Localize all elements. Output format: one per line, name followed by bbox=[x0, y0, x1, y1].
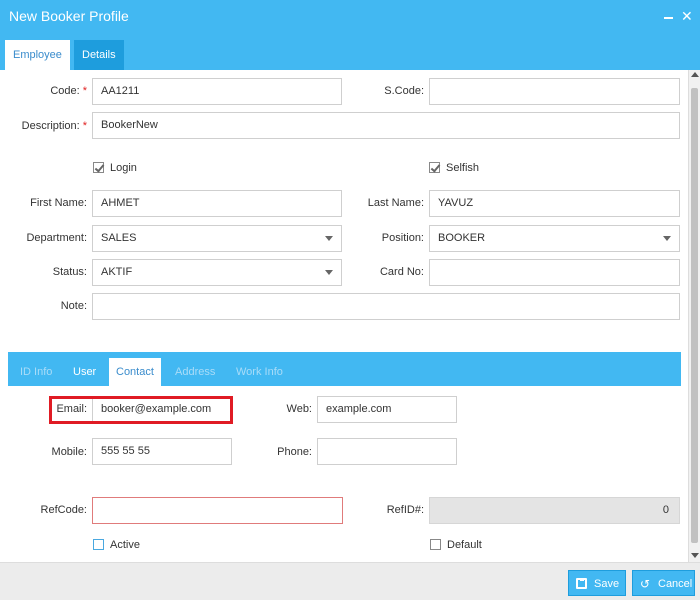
cancel-button[interactable]: ↺ Cancel bbox=[632, 570, 695, 596]
card-no-label: Card No: bbox=[379, 266, 424, 278]
refid-label: RefID#: bbox=[386, 504, 424, 516]
phone-input[interactable] bbox=[317, 438, 457, 465]
status-select[interactable]: AKTIF bbox=[92, 259, 342, 286]
scode-label: S.Code: bbox=[384, 85, 424, 97]
login-label: Login bbox=[110, 162, 137, 174]
mobile-input[interactable]: 555 55 55 bbox=[92, 438, 232, 465]
first-name-input[interactable]: AHMET bbox=[92, 190, 342, 217]
close-icon[interactable]: ✕ bbox=[681, 9, 693, 23]
scroll-thumb[interactable] bbox=[691, 88, 698, 543]
default-label: Default bbox=[447, 539, 482, 551]
position-select[interactable]: BOOKER bbox=[429, 225, 680, 252]
email-highlight-box bbox=[49, 396, 233, 424]
department-label: Department: bbox=[26, 232, 87, 244]
position-label: Position: bbox=[381, 232, 424, 244]
tab-details[interactable]: Details bbox=[74, 40, 124, 70]
subtab-address[interactable]: Address bbox=[168, 358, 222, 386]
title-bar: New Booker Profile ✕ bbox=[0, 0, 700, 36]
floppy-disk-icon bbox=[576, 578, 587, 589]
tab-employee[interactable]: Employee bbox=[5, 40, 70, 70]
note-input[interactable] bbox=[92, 293, 680, 320]
login-checkbox[interactable] bbox=[93, 162, 104, 173]
selfish-checkbox[interactable] bbox=[429, 162, 440, 173]
minimize-icon[interactable] bbox=[664, 17, 673, 19]
subtab-work-info[interactable]: Work Info bbox=[229, 358, 290, 386]
undo-icon: ↺ bbox=[640, 577, 651, 591]
scroll-up-icon[interactable] bbox=[691, 72, 699, 77]
note-label: Note: bbox=[60, 300, 87, 312]
first-name-label: First Name: bbox=[30, 197, 87, 209]
subtab-user[interactable]: User bbox=[66, 358, 103, 386]
department-select[interactable]: SALES bbox=[92, 225, 342, 252]
active-label: Active bbox=[110, 539, 140, 551]
subtab-id-info[interactable]: ID Info bbox=[13, 358, 59, 386]
active-checkbox[interactable] bbox=[93, 539, 104, 550]
status-label: Status: bbox=[52, 266, 87, 278]
web-input[interactable]: example.com bbox=[317, 396, 457, 423]
phone-label: Phone: bbox=[277, 446, 312, 458]
vertical-scrollbar[interactable] bbox=[688, 70, 700, 562]
last-name-label: Last Name: bbox=[367, 197, 424, 209]
dialog-footer: Save ↺ Cancel bbox=[0, 562, 700, 600]
refcode-input[interactable] bbox=[92, 497, 343, 524]
code-input[interactable]: AA1211 bbox=[92, 78, 342, 105]
default-checkbox[interactable] bbox=[430, 539, 441, 550]
description-input[interactable]: BookerNew bbox=[92, 112, 680, 139]
scroll-down-icon[interactable] bbox=[691, 553, 699, 558]
subtab-contact[interactable]: Contact bbox=[109, 358, 161, 386]
mobile-label: Mobile: bbox=[51, 446, 87, 458]
cancel-button-label: Cancel bbox=[658, 578, 693, 590]
description-label: Description: * bbox=[21, 120, 87, 132]
card-no-input[interactable] bbox=[429, 259, 680, 286]
save-button[interactable]: Save bbox=[568, 570, 626, 596]
scode-input[interactable] bbox=[429, 78, 680, 105]
form-content: Code: * AA1211 S.Code: Description: * Book… bbox=[0, 70, 688, 562]
sub-tab-bar: ID Info User Contact Address Work Info bbox=[8, 352, 681, 386]
web-label: Web: bbox=[286, 403, 312, 415]
window-title: New Booker Profile bbox=[9, 8, 129, 24]
last-name-input[interactable]: YAVUZ bbox=[429, 190, 680, 217]
code-label: Code: * bbox=[50, 85, 87, 97]
refid-input: 0 bbox=[429, 497, 680, 524]
main-tab-bar: Employee Details bbox=[0, 36, 700, 70]
selfish-label: Selfish bbox=[446, 162, 480, 174]
refcode-label: RefCode: bbox=[40, 504, 87, 516]
save-button-label: Save bbox=[594, 578, 620, 590]
